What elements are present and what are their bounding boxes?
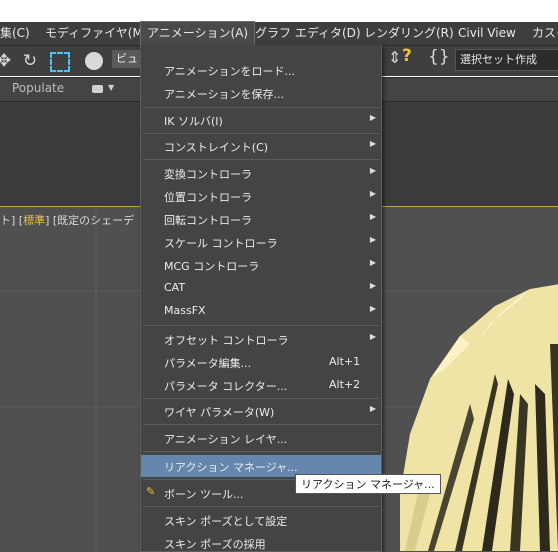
menu-item-offset-controllers[interactable]: オフセット コントローラ ▶ — [141, 328, 381, 350]
submenu-arrow-icon: ▶ — [369, 139, 376, 148]
bone-tools-icon: ✎ — [146, 485, 156, 498]
submenu-arrow-icon: ▶ — [369, 166, 376, 175]
submenu-arrow-icon: ▶ — [369, 281, 376, 290]
ribbon-toggle-icon[interactable] — [92, 85, 103, 93]
menu-item-constraints[interactable]: コンストレイント(C) ▶ — [141, 135, 381, 157]
character-hair-model — [400, 284, 558, 551]
menu-item-scale-controllers[interactable]: スケール コントローラ ▶ — [141, 231, 381, 253]
menu-rendering[interactable]: レンダリング(R) — [364, 22, 454, 45]
menu-item-massfx[interactable]: MassFX ▶ — [141, 300, 381, 322]
tooltip: リアクション マネージャ... — [295, 474, 441, 494]
submenu-arrow-icon: ▶ — [369, 332, 376, 341]
menu-item-parameter-collector[interactable]: パラメータ コレクター... Alt+2 — [141, 374, 381, 396]
viewport-label[interactable]: ト] [標準] [既定のシェーデ — [0, 212, 134, 228]
menu-item-mcg-controllers[interactable]: MCG コントローラ ▶ — [141, 254, 381, 276]
menu-item-load-animation[interactable]: アニメーションをロード... — [141, 59, 381, 81]
menu-item-wire-parameters[interactable]: ワイヤ パラメータ(W) ▶ — [141, 400, 381, 422]
menu-edit[interactable]: 集(C) — [0, 22, 30, 45]
menu-modifiers[interactable]: モディファイヤ(M) — [45, 22, 148, 45]
menu-separator — [143, 325, 379, 326]
submenu-arrow-icon: ▶ — [369, 113, 376, 122]
scale-select-icon[interactable] — [50, 52, 70, 72]
menu-item-parameter-editor[interactable]: パラメータ編集... Alt+1 — [141, 351, 381, 373]
menu-item-rotation-controllers[interactable]: 回転コントローラ ▶ — [141, 208, 381, 230]
menu-item-set-skin-pose[interactable]: スキン ポーズとして設定 — [141, 509, 381, 531]
ribbon-tab-populate[interactable]: Populate — [12, 81, 64, 95]
chevron-down-icon[interactable]: ▼ — [108, 83, 114, 92]
submenu-arrow-icon: ▶ — [369, 235, 376, 244]
menu-item-cat[interactable]: CAT ▶ — [141, 277, 381, 299]
submenu-arrow-icon: ▶ — [369, 404, 376, 413]
selection-set-combo[interactable]: 選択セット作成 — [455, 49, 558, 71]
menu-separator — [143, 424, 379, 425]
menu-item-ik-solvers[interactable]: IK ソルバ(I) ▶ — [141, 109, 381, 131]
menu-customize[interactable]: カスタ — [532, 22, 558, 45]
rotate-icon[interactable]: ↻ — [20, 51, 40, 71]
submenu-arrow-icon: ▶ — [369, 189, 376, 198]
menu-item-save-animation[interactable]: アニメーションを保存... — [141, 82, 381, 104]
menu-bar: 集(C) モディファイヤ(M) アニメーション(A) グラフ エディタ(D) レ… — [0, 21, 558, 46]
menu-civil-view[interactable]: Civil View — [458, 22, 516, 45]
window-top-band — [0, 0, 558, 22]
menu-separator — [143, 159, 379, 160]
submenu-arrow-icon: ▶ — [369, 258, 376, 267]
move-icon[interactable]: ✥ — [0, 51, 14, 71]
menu-item-animation-layers[interactable]: アニメーション レイヤ... — [141, 427, 381, 449]
submenu-arrow-icon: ▶ — [369, 304, 376, 313]
spinner-icon[interactable]: ⇕ — [388, 48, 401, 67]
named-selection-icon[interactable]: {} — [428, 47, 450, 67]
menu-item-position-controllers[interactable]: 位置コントローラ ▶ — [141, 185, 381, 207]
help-icon[interactable]: ? — [402, 46, 412, 66]
menu-separator — [143, 398, 379, 399]
menu-graph-editors[interactable]: グラフ エディタ(D) — [255, 22, 361, 45]
menu-separator — [143, 107, 379, 108]
menu-separator — [143, 451, 379, 452]
menu-item-transform-controllers[interactable]: 変換コントローラ ▶ — [141, 162, 381, 184]
menu-item-assume-skin-pose[interactable]: スキン ポーズの採用 — [141, 532, 381, 551]
menu-animation[interactable]: アニメーション(A) — [139, 21, 256, 46]
submenu-arrow-icon: ▶ — [369, 212, 376, 221]
menu-separator — [143, 133, 379, 134]
menu-separator — [143, 506, 379, 507]
reference-coord-icon[interactable] — [85, 52, 103, 70]
